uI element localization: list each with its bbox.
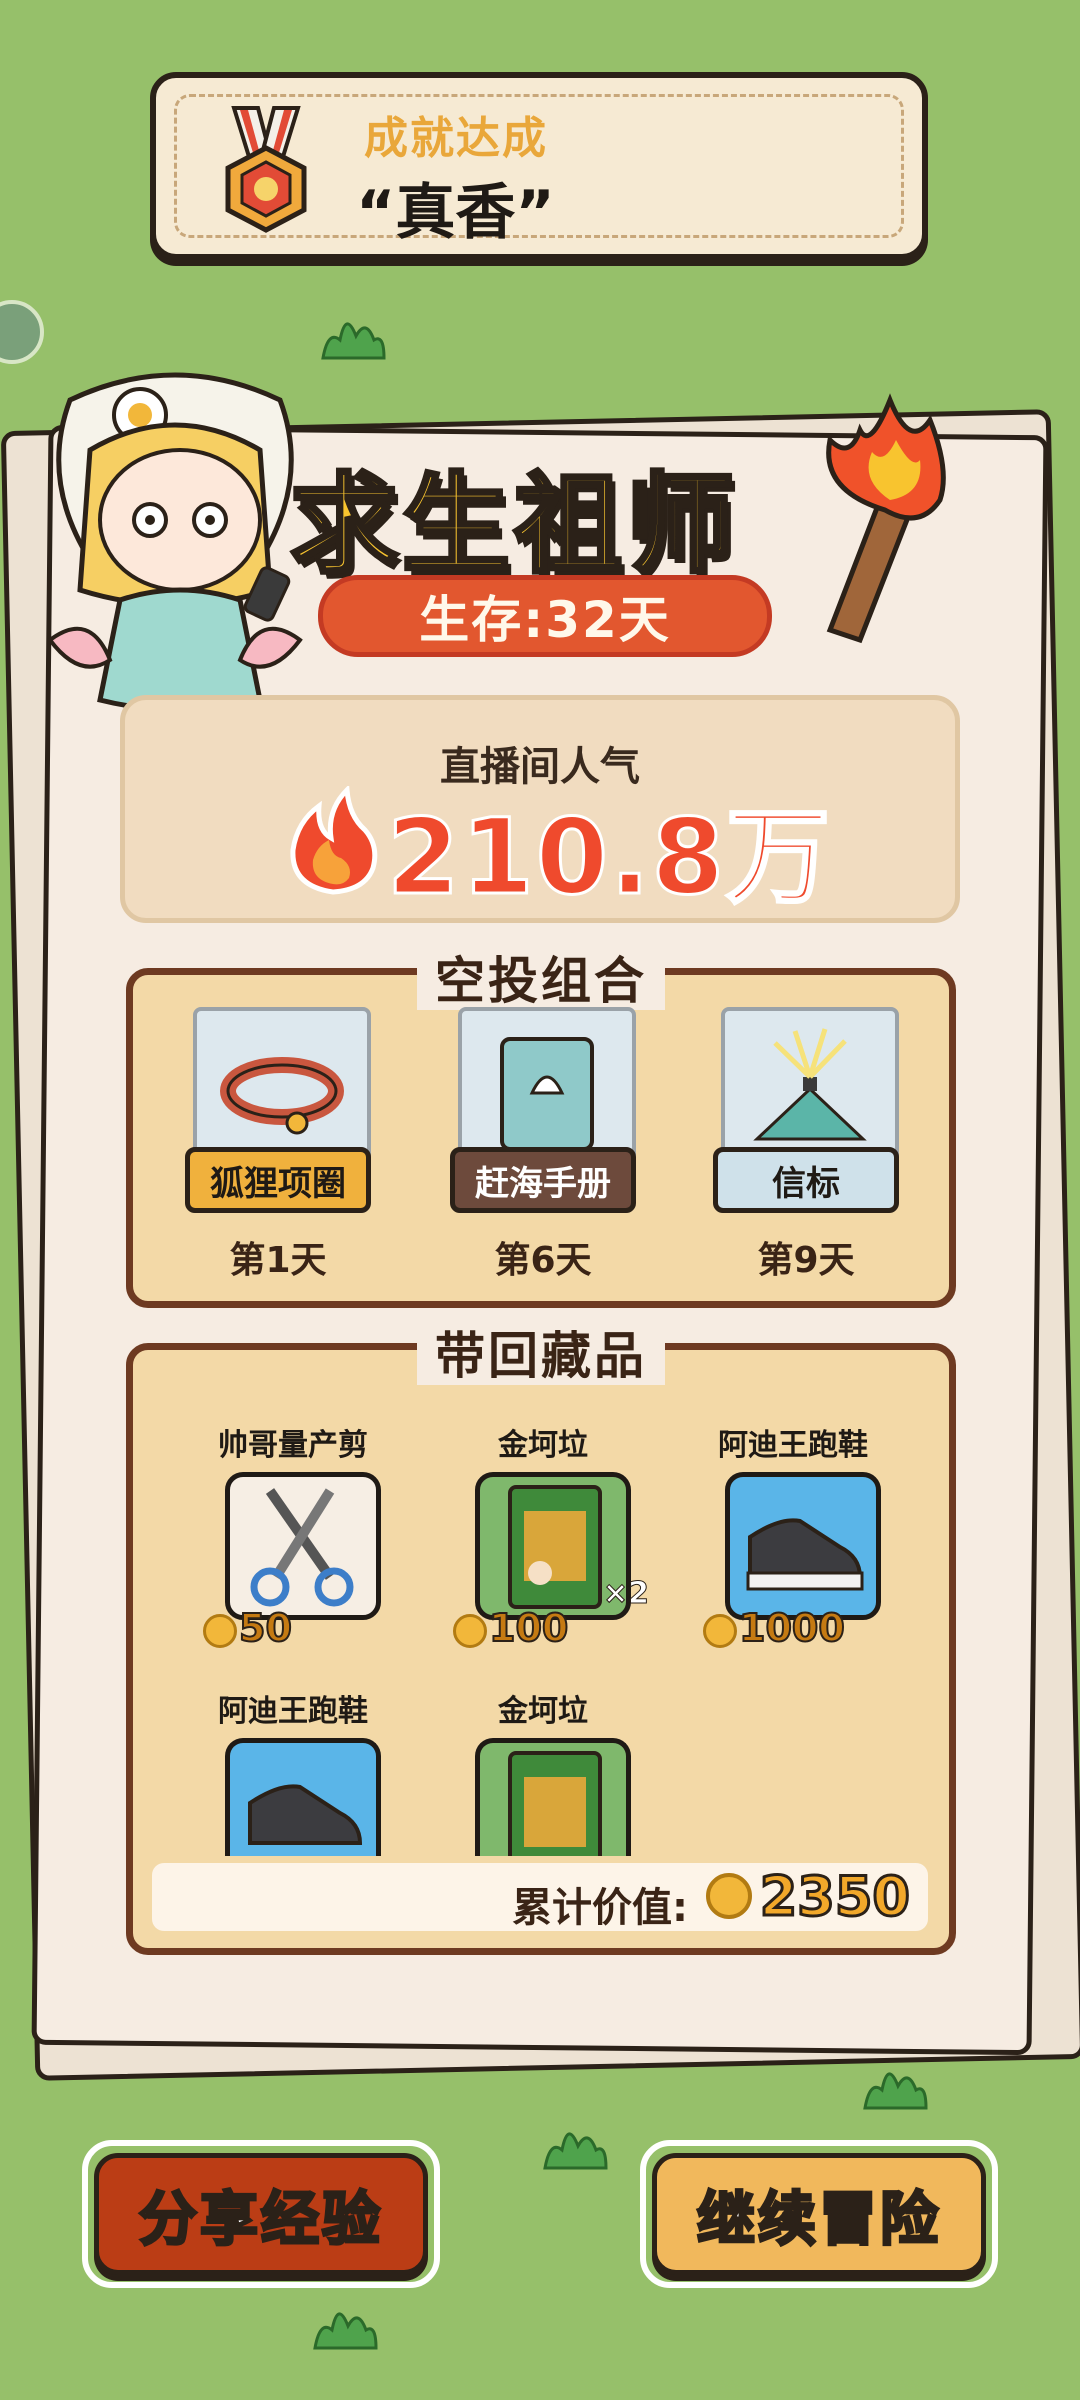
coin-icon [203,1613,237,1648]
survival-days-text: 生存:32天 [419,591,671,649]
airdrop-title: 空投组合 [417,952,665,1010]
coin-icon [453,1613,487,1648]
total-value-amount: 2350 [758,1864,911,1930]
achievement-banner: 成就达成 “真香” [150,72,928,260]
torch-icon [826,393,946,644]
continue-adventure-button[interactable]: 继续冒险 [640,2140,998,2288]
loot-item-price: 50 [203,1605,293,1651]
airdrop-item-day: 第9天 [757,1240,855,1281]
side-floating-bubble[interactable] [0,300,44,364]
loot-item-price: 1000 [703,1605,846,1651]
airdrop-item-day: 第1天 [229,1240,327,1281]
loot-item-name: 阿迪王跑鞋 [218,1694,368,1729]
coin-icon [703,1613,737,1648]
loot-item-name: 阿迪王跑鞋 [718,1428,868,1463]
loot-item-name: 金坷垃 [498,1428,588,1463]
share-button-label: 分享经验 [137,2184,383,2255]
quantity-badge: ×2 [602,1576,650,1612]
total-value-label: 累计价值: [512,1885,688,1931]
airdrop-item-name: 狐狸项圈 [185,1147,371,1213]
sneaker-icon [725,1472,881,1620]
popularity-box: 直播间人气 210.8万 [120,695,960,923]
continue-button-label: 继续冒险 [695,2184,941,2255]
loot-item-price: 100 [453,1605,569,1651]
survival-days-badge: 生存:32天 [318,575,772,657]
airdrop-panel: 空投组合 狐狸项圈 第1天 赶海手册 第6天 信标 第9天 [126,952,956,1308]
coin-icon [706,1873,752,1919]
sneaker-icon [225,1738,381,1856]
loot-title: 带回藏品 [417,1327,665,1385]
share-experience-button[interactable]: 分享经验 [82,2140,440,2288]
total-value-bar: 累计价值: 2350 [152,1863,928,1931]
airdrop-item-name: 赶海手册 [450,1147,636,1213]
achievement-name: “真香” [356,178,555,248]
medal-icon [225,106,307,233]
loot-item-name: 金坷垃 [498,1694,588,1729]
scissors-icon [225,1472,381,1620]
fertilizer-bag-icon [475,1738,631,1856]
character-avatar [47,372,303,713]
grass-decoration [863,2072,928,2110]
loot-item-name: 帅哥量产剪 [218,1428,368,1463]
popularity-value: 210.8万 [386,795,832,920]
grass-decoration [543,2132,608,2170]
rank-title: 求生祖师 [288,461,739,590]
grass-decoration [321,322,386,360]
flame-icon [290,786,378,895]
achievement-label: 成就达成 [364,113,548,164]
grass-decoration [313,2312,378,2350]
airdrop-item-name: 信标 [713,1147,899,1213]
airdrop-item-day: 第6天 [494,1240,592,1281]
